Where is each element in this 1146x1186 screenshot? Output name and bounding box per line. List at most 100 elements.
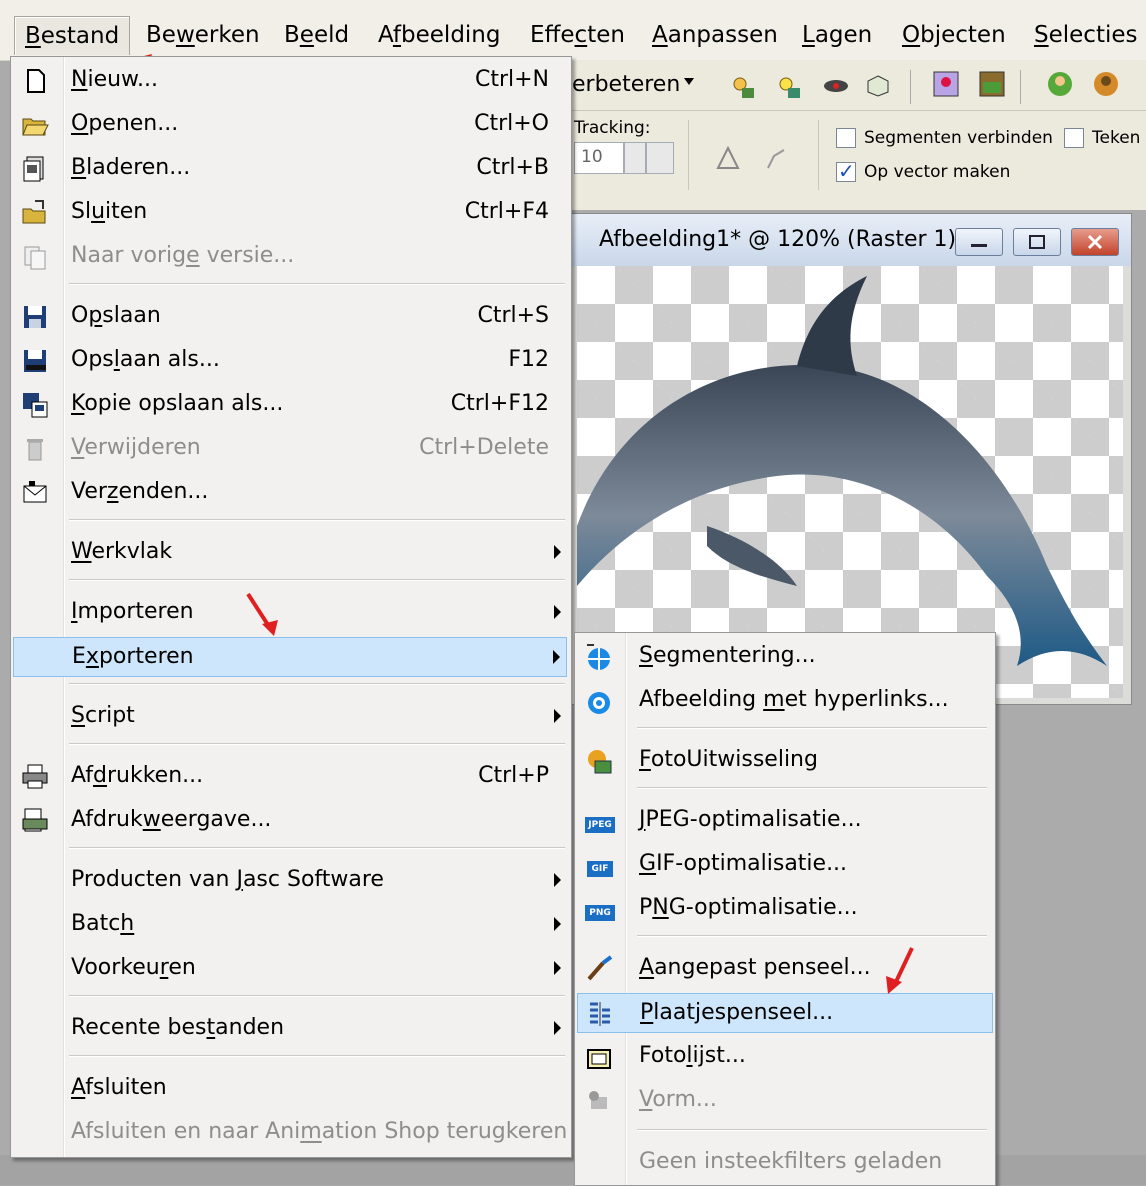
hyperlink-target-icon	[585, 687, 613, 715]
menu-item-bladeren[interactable]: Bladeren... Ctrl+B	[13, 149, 567, 189]
menu-item-verzenden[interactable]: Verzenden...	[13, 473, 567, 513]
menu-item-afsluiten-animation-shop[interactable]: Afsluiten en naar Animation Shop terugke…	[13, 1113, 567, 1153]
menu-item-werkvlak[interactable]: Werkvlak	[13, 533, 567, 573]
globe-icon	[585, 643, 613, 671]
close-window-button[interactable]	[1071, 228, 1119, 256]
tracking-dropdown[interactable]	[646, 142, 674, 174]
tracking-input[interactable]: 10	[574, 142, 624, 174]
tracking-spinner[interactable]	[624, 142, 646, 174]
annotation-arrow-icon	[886, 947, 914, 994]
toolbar: erbeteren Tracking: 10 Segmenten verbind…	[570, 60, 1146, 210]
menu-item-sluiten[interactable]: Sluiten Ctrl+F4	[13, 193, 567, 233]
jpeg-icon: JPEG	[585, 807, 615, 835]
menu-objecten[interactable]: Objecten	[892, 16, 1016, 54]
vector-label: Op vector maken	[864, 162, 1011, 182]
menu-effecten[interactable]: Effecten	[520, 16, 635, 54]
minimize-button[interactable]	[955, 228, 1003, 256]
close-folder-icon	[21, 199, 49, 227]
menu-item-kopie-opslaan-als[interactable]: Kopie opslaan als... Ctrl+F12	[13, 385, 567, 425]
menu-bewerken[interactable]: Bewerken	[136, 16, 270, 54]
landscape-icon[interactable]	[978, 70, 1006, 98]
menu-item-exporteren[interactable]: Exporteren	[13, 637, 567, 677]
menu-item-recente-bestanden[interactable]: Recente bestanden	[13, 1009, 567, 1049]
menu-item-jpeg[interactable]: JPEG JPEG-optimalisatie...	[577, 801, 993, 841]
menu-item-aangepast-penseel[interactable]: Aangepast penseel...	[577, 949, 993, 989]
menu-item-voorkeuren[interactable]: Voorkeuren	[13, 949, 567, 989]
file-menu: Nieuw... Ctrl+N Openen... Ctrl+O Bladere…	[10, 56, 572, 1158]
menu-aanpassen[interactable]: Aanpassen	[642, 16, 788, 54]
menu-item-vorm[interactable]: Vorm...	[577, 1081, 993, 1121]
menu-item-geen-insteekfilters: Geen insteekfilters geladen	[639, 1149, 943, 1174]
menu-item-batch[interactable]: Batch	[13, 905, 567, 945]
browse-icon	[21, 155, 49, 183]
menu-item-hyperlinks[interactable]: Afbeelding met hyperlinks...	[577, 681, 993, 721]
new-document-icon	[21, 67, 49, 95]
vector-checkbox[interactable]	[836, 159, 856, 183]
shape-icon	[585, 1087, 613, 1115]
trash-icon	[21, 435, 49, 463]
submenu-arrow-icon	[554, 605, 561, 619]
png-icon: PNG	[585, 895, 615, 923]
submenu-arrow-icon	[554, 709, 561, 723]
person-orange-icon[interactable]	[1092, 70, 1120, 98]
menu-item-script[interactable]: Script	[13, 697, 567, 737]
menu-item-gif[interactable]: GIF GIF-optimalisatie...	[577, 845, 993, 885]
menu-item-verwijderen[interactable]: Verwijderen Ctrl+Delete	[13, 429, 567, 469]
menu-item-afdrukweergave[interactable]: Afdrukweergave...	[13, 801, 567, 841]
sun-adjust-icon[interactable]	[728, 72, 756, 100]
tracking-label: Tracking:	[574, 118, 651, 138]
export-submenu: Segmentering... Afbeelding met hyperlink…	[574, 632, 996, 1186]
submenu-arrow-icon	[554, 961, 561, 975]
menu-item-nieuw[interactable]: Nieuw... Ctrl+N	[13, 61, 567, 101]
menu-item-plaatjespenseel[interactable]: Plaatjespenseel...	[577, 993, 993, 1033]
chevron-down-icon[interactable]	[684, 78, 694, 85]
cube-icon[interactable]	[866, 74, 894, 102]
revert-icon	[21, 243, 49, 271]
menu-item-png[interactable]: PNG PNG-optimalisatie...	[577, 889, 993, 929]
picture-frame-icon	[585, 1043, 613, 1071]
menu-item-afdrukken[interactable]: Afdrukken... Ctrl+P	[13, 757, 567, 797]
submenu-arrow-icon	[554, 917, 561, 931]
send-icon	[21, 479, 49, 507]
print-icon	[21, 763, 49, 791]
image-window-title: Afbeelding1* @ 120% (Raster 1)	[599, 227, 957, 252]
segment-connect-label: Segmenten verbinden	[864, 128, 1053, 148]
photo-exchange-icon	[585, 747, 613, 775]
menu-selecties[interactable]: Selecties	[1024, 16, 1146, 54]
submenu-arrow-icon	[554, 1021, 561, 1035]
save-as-icon	[21, 347, 49, 375]
segment-connect-checkbox[interactable]	[836, 128, 856, 148]
menu-item-fotolijst[interactable]: Fotolijst...	[577, 1037, 993, 1077]
menu-item-segmentering[interactable]: Segmentering...	[577, 637, 993, 677]
menu-item-producten-jasc[interactable]: Producten van Jasc Software	[13, 861, 567, 901]
red-eye-icon[interactable]	[822, 72, 850, 100]
menu-item-fotouitwisseling[interactable]: FotoUitwisseling	[577, 741, 993, 781]
person-green-icon[interactable]	[1046, 70, 1074, 98]
menu-item-importeren[interactable]: Importeren	[13, 593, 567, 633]
submenu-arrow-icon	[553, 650, 560, 664]
save-copy-icon	[21, 391, 49, 419]
submenu-arrow-icon	[554, 873, 561, 887]
maximize-button[interactable]	[1013, 228, 1061, 256]
shape-triangle-icon[interactable]	[714, 144, 742, 172]
picture-tube-icon	[586, 1000, 614, 1028]
teken-checkbox[interactable]	[1064, 128, 1084, 148]
menu-bestand[interactable]: Bestand	[14, 16, 131, 55]
menu-afbeelding[interactable]: Afbeelding	[368, 16, 511, 54]
menu-item-opslaan[interactable]: Opslaan Ctrl+S	[13, 297, 567, 337]
image-window-titlebar[interactable]: Afbeelding1* @ 120% (Raster 1)	[571, 214, 1131, 266]
print-preview-icon	[21, 807, 49, 835]
menu-lagen[interactable]: Lagen	[792, 16, 882, 54]
brightness-icon[interactable]	[774, 72, 802, 100]
menu-beeld[interactable]: Beeld	[274, 16, 359, 54]
gif-icon: GIF	[585, 851, 613, 879]
menu-item-openen[interactable]: Openen... Ctrl+O	[13, 105, 567, 145]
menu-item-afsluiten[interactable]: Afsluiten	[13, 1069, 567, 1109]
pen-tool-icon[interactable]	[762, 144, 790, 172]
teken-label: Teken	[1092, 128, 1141, 148]
portrait-icon[interactable]	[932, 70, 960, 98]
menu-item-naar-vorige-versie[interactable]: Naar vorige versie...	[13, 237, 567, 277]
enhance-dropdown[interactable]: erbeteren	[572, 72, 680, 97]
brush-icon	[585, 955, 613, 983]
menu-item-opslaan-als[interactable]: Opslaan als... F12	[13, 341, 567, 381]
